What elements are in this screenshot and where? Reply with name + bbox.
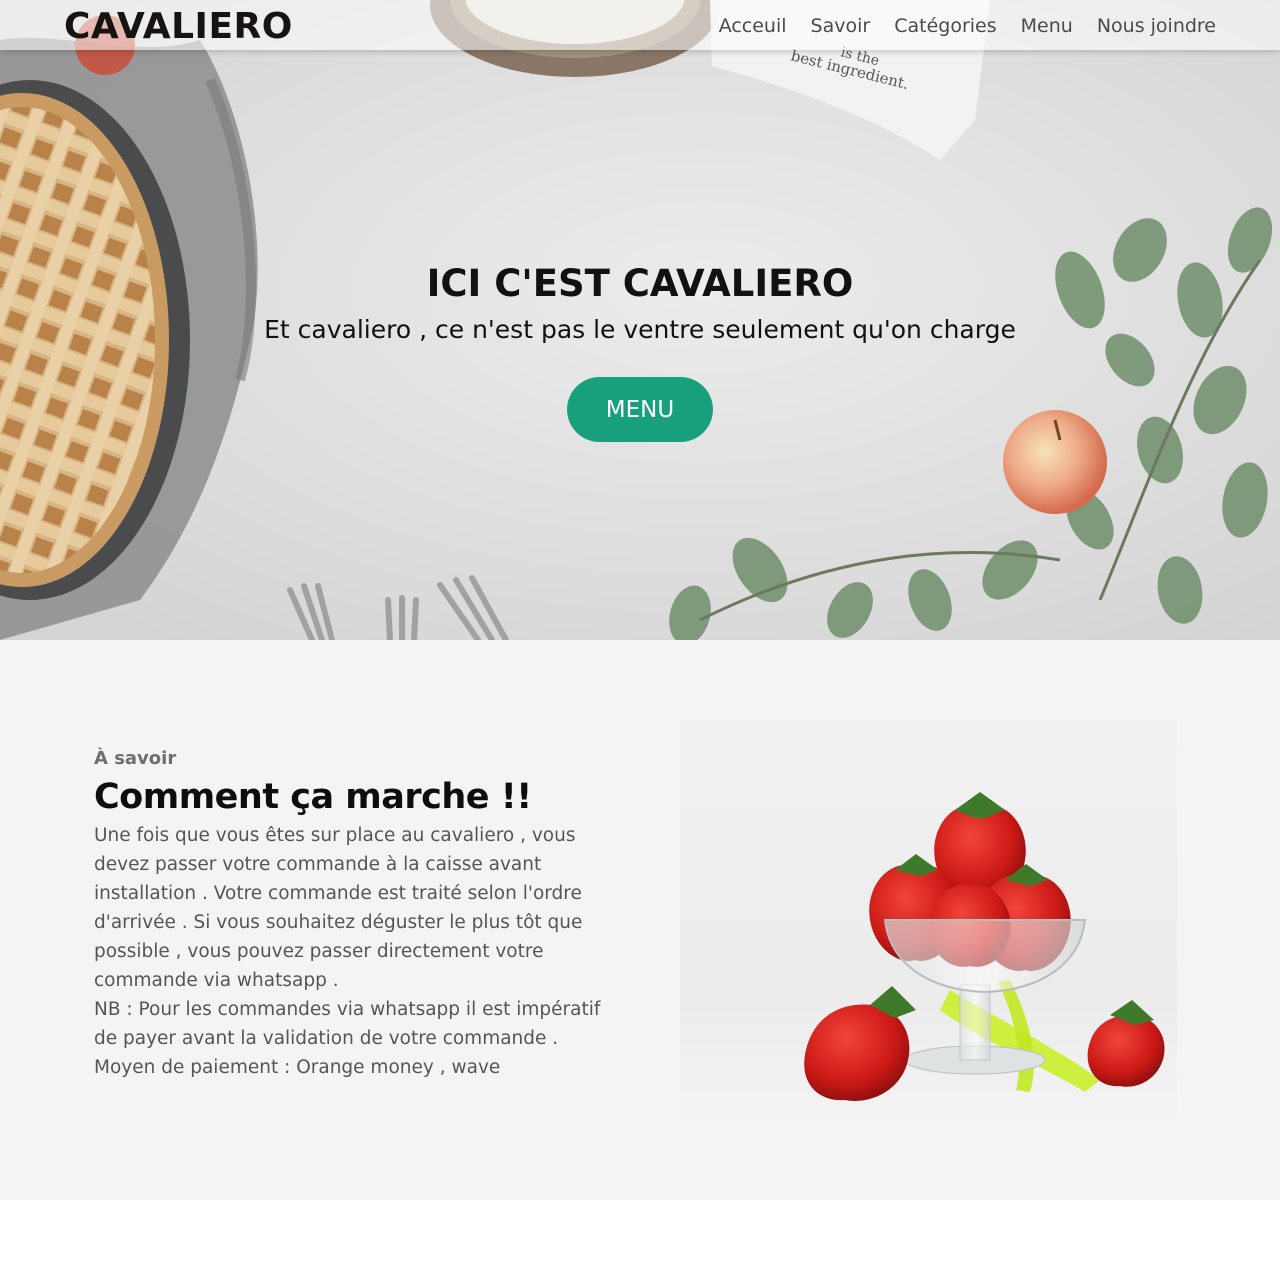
nav-links: Acceuil Savoir Catégories Menu Nous join… [719,15,1216,37]
hero-title: ICI C'EST CAVALIERO [426,262,854,305]
section-eyebrow: À savoir [94,748,177,769]
section-title: Comment ça marche !! [94,777,532,817]
top-navbar: CAVALIERO Acceuil Savoir Catégories Menu… [0,0,1280,50]
nav-link-categories[interactable]: Catégories [894,15,996,37]
menu-button[interactable]: MENU [567,377,713,442]
strawberries-image [680,720,1177,1120]
section-body: Une fois que vous êtes sur place au cava… [94,821,624,1082]
nav-link-acceuil[interactable]: Acceuil [719,15,787,37]
hero-section: is the best ingredient. CAVALIERO Acceui… [0,0,1280,640]
brand-logo[interactable]: CAVALIERO [64,6,293,47]
body-paragraph-1: Une fois que vous êtes sur place au cava… [94,825,583,991]
body-paragraph-3: Moyen de paiement : Orange money , wave [94,1057,501,1078]
nav-link-menu[interactable]: Menu [1021,15,1073,37]
body-paragraph-2: NB : Pour les commandes via whatsapp il … [94,999,601,1049]
hero-subtitle: Et cavaliero , ce n'est pas le ventre se… [264,315,1016,344]
nav-link-savoir[interactable]: Savoir [811,15,871,37]
nav-link-nous-joindre[interactable]: Nous joindre [1097,15,1216,37]
about-section: À savoir Comment ça marche !! Une fois q… [0,640,1280,1200]
about-text-block: À savoir Comment ça marche !! Une fois q… [94,748,624,1082]
